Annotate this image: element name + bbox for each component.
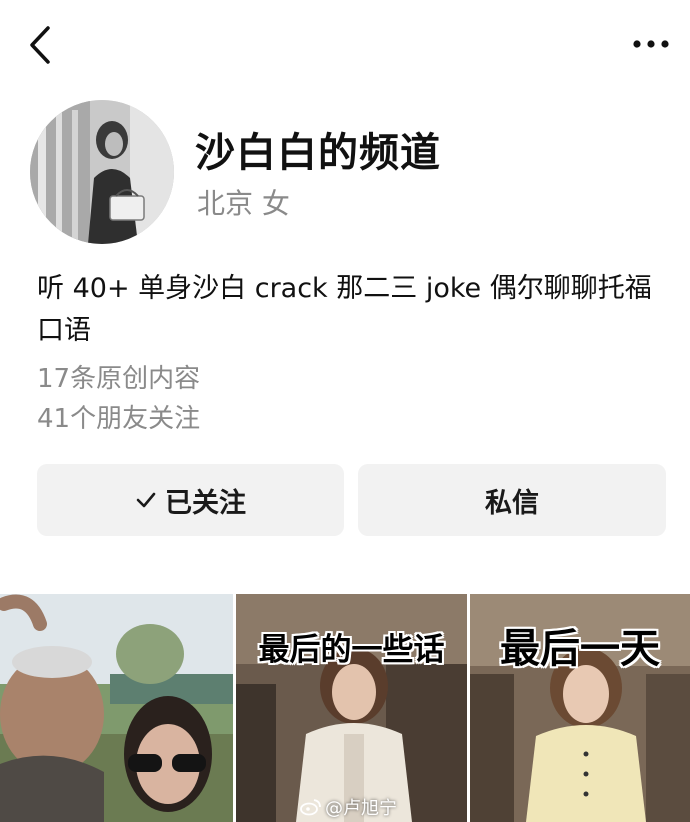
video-thumbnail[interactable] [0, 594, 233, 822]
channel-name: 沙白白的频道 [195, 130, 441, 176]
video-caption: 最后的一些话 [258, 632, 445, 668]
top-bar [0, 0, 690, 90]
following-label: 已关注 [165, 487, 246, 519]
original-content-count[interactable]: 17条原创内容 [37, 358, 200, 395]
location-gender: 北京 女 [197, 187, 290, 220]
message-label: 私信 [485, 487, 539, 519]
more-button[interactable] [626, 24, 676, 64]
watermark: @卢旭宁 [300, 794, 397, 820]
video-caption: 最后一天 [500, 626, 660, 672]
back-button[interactable] [22, 20, 62, 70]
watermark-text: @卢旭宁 [325, 798, 397, 819]
video-grid: 最后的一些话 最后一天 [0, 594, 690, 822]
avatar[interactable] [30, 100, 174, 244]
weibo-icon [300, 799, 321, 816]
bio-text: 听 40+ 单身沙白 crack 那二三 joke 偶尔聊聊托福口语 [37, 273, 652, 346]
check-icon [136, 492, 156, 508]
message-button[interactable]: 私信 [358, 464, 666, 536]
video-thumbnail[interactable]: 最后的一些话 [236, 594, 467, 822]
friends-following-count[interactable]: 41个朋友关注 [37, 398, 200, 435]
video-thumbnail[interactable]: 最后一天 [470, 594, 690, 822]
chevron-left-icon [30, 26, 50, 64]
video-thumbnail-image [0, 594, 233, 822]
following-button[interactable]: 已关注 [37, 464, 344, 536]
more-dots-icon [633, 40, 669, 48]
avatar-photo [30, 100, 174, 244]
